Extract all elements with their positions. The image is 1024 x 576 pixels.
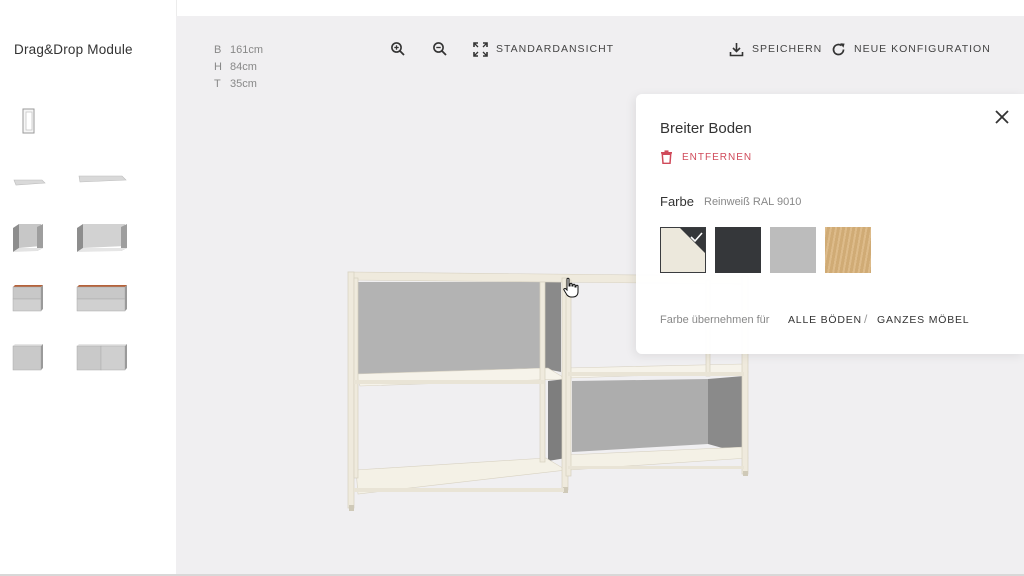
remove-label: ENTFERNEN bbox=[682, 151, 753, 163]
apply-whole-furniture-link[interactable]: GANZES MÖBEL bbox=[877, 314, 969, 326]
apply-all-shelves-link[interactable]: ALLE BÖDEN bbox=[788, 314, 862, 326]
apply-separator: / bbox=[864, 312, 868, 326]
back-panel-top-left bbox=[358, 282, 541, 374]
side-panel-bottom-right bbox=[708, 376, 744, 454]
close-button[interactable] bbox=[993, 108, 1011, 126]
trash-icon bbox=[661, 150, 672, 164]
panel-title: Breiter Boden bbox=[660, 120, 752, 137]
color-label: Farbe bbox=[660, 194, 694, 209]
checkmark-icon bbox=[660, 227, 706, 273]
swatch-white[interactable] bbox=[660, 227, 706, 273]
color-value: Reinweiß RAL 9010 bbox=[704, 196, 802, 208]
swatch-oak[interactable] bbox=[825, 227, 871, 273]
remove-button[interactable]: ENTFERNEN bbox=[660, 150, 752, 164]
back-panel-bottom-right bbox=[572, 379, 708, 452]
apply-color-label: Farbe übernehmen für bbox=[660, 314, 770, 326]
swatch-anthracite[interactable] bbox=[715, 227, 761, 273]
close-icon bbox=[995, 110, 1009, 124]
swatch-grey[interactable] bbox=[770, 227, 816, 273]
properties-panel: Breiter Boden ENTFERNEN Farbe Reinweiß R… bbox=[636, 94, 1024, 354]
